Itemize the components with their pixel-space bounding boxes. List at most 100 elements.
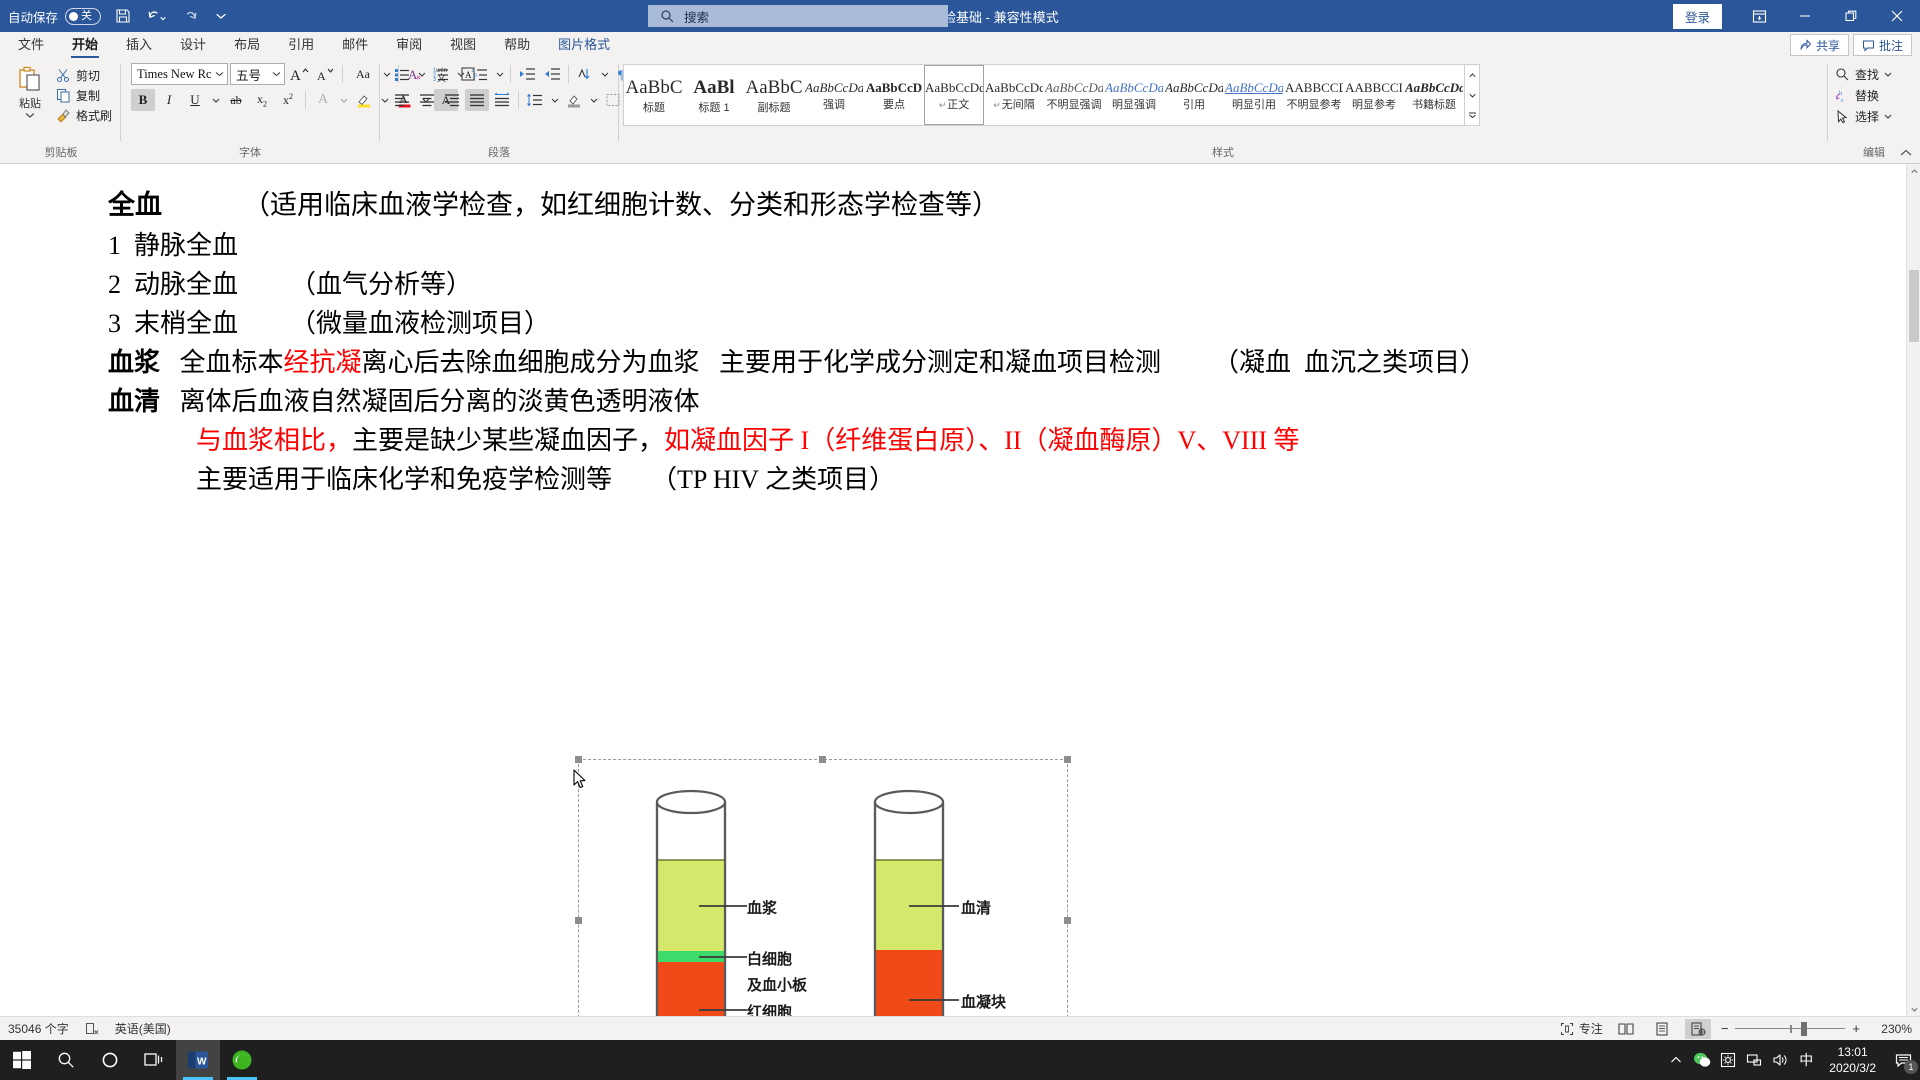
- line-1[interactable]: 1 静脉全血: [0, 233, 1920, 259]
- style-item-subtitle[interactable]: AaBbC 副标题: [744, 65, 804, 125]
- vertical-scrollbar[interactable]: [1906, 164, 1920, 1016]
- resize-handle-middle-left[interactable]: [575, 917, 582, 924]
- underline-caret-icon[interactable]: [209, 89, 222, 111]
- style-item-intense-quote[interactable]: AaBbCcDd 明显引用: [1224, 65, 1284, 125]
- zoom-track[interactable]: [1735, 1021, 1846, 1036]
- zoom-slider[interactable]: − +: [1721, 1021, 1860, 1036]
- autosave-toggle[interactable]: 关: [65, 7, 102, 25]
- highlight-icon[interactable]: [352, 89, 376, 111]
- align-center-icon[interactable]: [415, 89, 439, 111]
- save-icon[interactable]: [109, 3, 137, 29]
- superscript-icon[interactable]: x2: [276, 89, 300, 111]
- numbering-icon[interactable]: 123: [429, 63, 453, 85]
- text-effects-icon[interactable]: A: [311, 89, 335, 111]
- text-effects-caret-icon[interactable]: [337, 89, 350, 111]
- decrease-indent-icon[interactable]: [515, 63, 539, 85]
- style-item-quote[interactable]: AaBbCcDd 引用: [1164, 65, 1224, 125]
- tray-ime-button[interactable]: 中: [1793, 1040, 1819, 1080]
- style-item-intense-ref[interactable]: AABBCCI 明显参考: [1344, 65, 1404, 125]
- underline-icon[interactable]: U: [183, 89, 207, 111]
- minimize-icon[interactable]: [1782, 0, 1828, 32]
- styles-gallery[interactable]: AaBbC 标题 AaBl 标题 1 AaBbC 副标题 AaBbCcDd 强调 AaBbCcD…: [623, 64, 1465, 126]
- notification-center-button[interactable]: 1: [1886, 1040, 1920, 1080]
- line-xuejiang[interactable]: 血浆 全血标本经抗凝离心后去除血细胞成分为血浆 主要用于化学成分测定和凝血项目检…: [0, 350, 1920, 376]
- style-item-subtle-ref[interactable]: AABBCCD 不明显参考: [1284, 65, 1344, 125]
- undo-icon[interactable]: [139, 3, 175, 29]
- word-count[interactable]: 35046 个字: [8, 1020, 69, 1037]
- tab-references[interactable]: 引用: [274, 31, 328, 58]
- qat-more-icon[interactable]: [207, 3, 235, 29]
- format-painter-button[interactable]: 格式刷: [54, 106, 116, 125]
- bold-icon[interactable]: B: [131, 89, 155, 111]
- tab-mailings[interactable]: 邮件: [328, 31, 382, 58]
- line-apply[interactable]: 主要适用于临床化学和免疫学检测等 （TP HIV 之类项目）: [0, 467, 1920, 493]
- grow-font-icon[interactable]: A: [287, 63, 311, 85]
- line-compare[interactable]: 与血浆相比，主要是缺少某些凝血因子，如凝血因子 I（纤维蛋白原）、II（凝血酶原…: [0, 428, 1920, 454]
- zoom-out-button[interactable]: −: [1721, 1021, 1729, 1036]
- ribbon-display-options-icon[interactable]: [1736, 0, 1782, 32]
- zoom-percent[interactable]: 230%: [1870, 1022, 1912, 1036]
- tab-insert[interactable]: 插入: [112, 31, 166, 58]
- styles-scrollbar[interactable]: [1465, 64, 1480, 126]
- line-xueqing[interactable]: 血清 离体后血液自然凝固后分离的淡黄色透明液体: [0, 389, 1920, 415]
- style-item-intense-emphasis[interactable]: AaBbCcDd 明显强调: [1104, 65, 1164, 125]
- align-right-icon[interactable]: [440, 89, 464, 111]
- resize-handle-top-left[interactable]: [575, 756, 582, 763]
- paste-button[interactable]: 粘贴: [6, 63, 54, 119]
- copy-button[interactable]: 复制: [54, 86, 116, 105]
- increase-indent-icon[interactable]: [540, 63, 564, 85]
- distribute-icon[interactable]: [490, 89, 514, 111]
- start-button[interactable]: [0, 1040, 44, 1080]
- chevron-down-icon[interactable]: [213, 71, 225, 77]
- bullets-caret-icon[interactable]: [415, 63, 428, 85]
- shading-icon[interactable]: [562, 89, 586, 111]
- tab-home[interactable]: 开始: [58, 31, 112, 58]
- strikethrough-icon[interactable]: ab: [224, 89, 248, 111]
- style-item-title[interactable]: AaBbC 标题: [624, 65, 684, 125]
- collapse-ribbon-icon[interactable]: [1898, 145, 1914, 161]
- tray-expand-button[interactable]: [1663, 1040, 1689, 1080]
- proofing-errors-icon[interactable]: [85, 1022, 99, 1036]
- focus-mode-button[interactable]: 专注: [1560, 1020, 1603, 1037]
- style-item-strong[interactable]: AaBbCcD 要点: [864, 65, 924, 125]
- line-2[interactable]: 2 动脉全血 （血气分析等）: [0, 272, 1920, 298]
- chevron-down-icon[interactable]: [270, 71, 282, 77]
- search-input[interactable]: 搜索: [648, 5, 948, 27]
- bullets-icon[interactable]: [390, 63, 414, 85]
- find-button[interactable]: 查找: [1832, 65, 1895, 84]
- zoom-thumb[interactable]: [1801, 1021, 1808, 1036]
- print-layout-view-button[interactable]: [1649, 1019, 1675, 1039]
- tab-help[interactable]: 帮助: [490, 31, 544, 58]
- comments-button[interactable]: 批注: [1852, 34, 1912, 56]
- cut-button[interactable]: 剪切: [54, 66, 116, 85]
- scroll-up-icon[interactable]: [1907, 164, 1920, 178]
- scrollbar-thumb[interactable]: [1909, 270, 1919, 342]
- read-mode-view-button[interactable]: [1613, 1019, 1639, 1039]
- shading-caret-icon[interactable]: [587, 89, 600, 111]
- style-item-subtle-emphasis[interactable]: AaBbCcDd 不明显强调: [1044, 65, 1104, 125]
- document-area[interactable]: 全血 （适用临床血液学检查，如红细胞计数、分类和形态学检查等） 1 静脉全血 2 动…: [0, 164, 1920, 1016]
- style-item-heading1[interactable]: AaBl 标题 1: [684, 65, 744, 125]
- shrink-font-icon[interactable]: A: [313, 63, 337, 85]
- resize-handle-top-center[interactable]: [819, 756, 826, 763]
- sign-in-button[interactable]: 登录: [1672, 3, 1722, 29]
- multilevel-list-icon[interactable]: 1ai: [468, 63, 492, 85]
- resize-handle-top-right[interactable]: [1064, 756, 1071, 763]
- style-item-book-title[interactable]: AaBbCcDd 书籍标题: [1404, 65, 1464, 125]
- subscript-icon[interactable]: x2: [250, 89, 274, 111]
- style-item-normal[interactable]: AaBbCcDd ↵正文: [924, 65, 984, 125]
- tab-file[interactable]: 文件: [4, 31, 58, 58]
- italic-icon[interactable]: I: [157, 89, 181, 111]
- tab-view[interactable]: 视图: [436, 31, 490, 58]
- taskbar-clock[interactable]: 13:01 2020/3/2: [1819, 1040, 1886, 1080]
- sort-caret-icon[interactable]: [598, 63, 611, 85]
- font-name-combo[interactable]: Times New Rc: [131, 63, 228, 85]
- cortana-button[interactable]: [88, 1040, 132, 1080]
- style-item-nospacing[interactable]: AaBbCcDd ↵无间隔: [984, 65, 1044, 125]
- taskbar-search-button[interactable]: [44, 1040, 88, 1080]
- autosave-control[interactable]: 自动保存 关: [8, 7, 102, 26]
- font-size-combo[interactable]: 五号: [230, 63, 285, 85]
- tab-picture-format[interactable]: 图片格式: [544, 31, 624, 58]
- taskbar-app-word[interactable]: W: [176, 1040, 220, 1080]
- tab-layout[interactable]: 布局: [220, 31, 274, 58]
